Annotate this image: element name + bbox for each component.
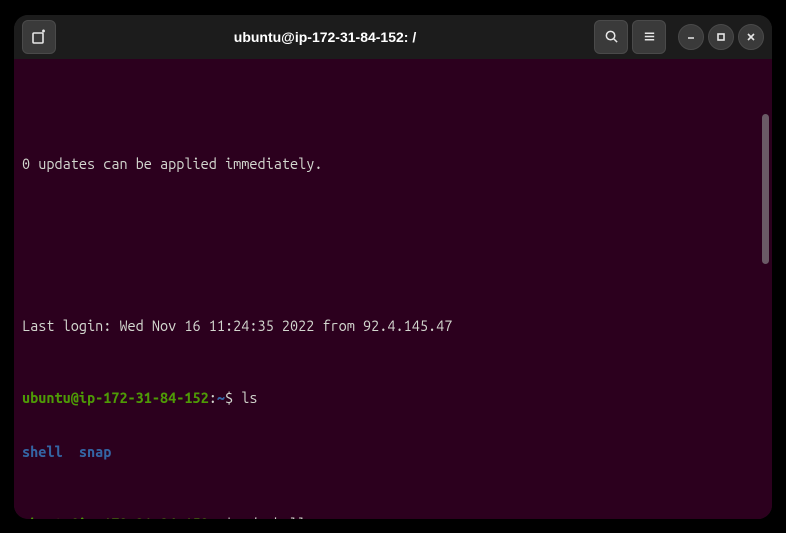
output-line: Last login: Wed Nov 16 11:24:35 2022 fro… (22, 317, 764, 335)
menu-button[interactable] (632, 20, 666, 54)
scrollbar[interactable] (762, 114, 769, 264)
titlebar: ubuntu@ip-172-31-84-152: / (14, 15, 772, 59)
output-line: 0 updates can be applied immediately. (22, 155, 764, 173)
prompt-line: ubuntu@ip-172-31-84-152:~$ cd shell (22, 515, 764, 519)
terminal-window: ubuntu@ip-172-31-84-152: / (14, 15, 772, 519)
hamburger-icon (642, 29, 657, 44)
search-button[interactable] (594, 20, 628, 54)
output-line: shell snap (22, 443, 764, 461)
maximize-icon (715, 31, 727, 43)
window-controls (594, 20, 764, 54)
new-tab-button[interactable] (22, 20, 56, 54)
minimize-icon (685, 31, 697, 43)
close-button[interactable] (738, 24, 764, 50)
search-icon (604, 29, 619, 44)
prompt-line: ubuntu@ip-172-31-84-152:~$ ls (22, 389, 764, 407)
terminal-content[interactable]: 0 updates can be applied immediately. La… (14, 59, 772, 519)
minimize-button[interactable] (678, 24, 704, 50)
new-tab-icon (31, 29, 47, 45)
close-icon (745, 31, 757, 43)
maximize-button[interactable] (708, 24, 734, 50)
window-title: ubuntu@ip-172-31-84-152: / (56, 29, 594, 45)
